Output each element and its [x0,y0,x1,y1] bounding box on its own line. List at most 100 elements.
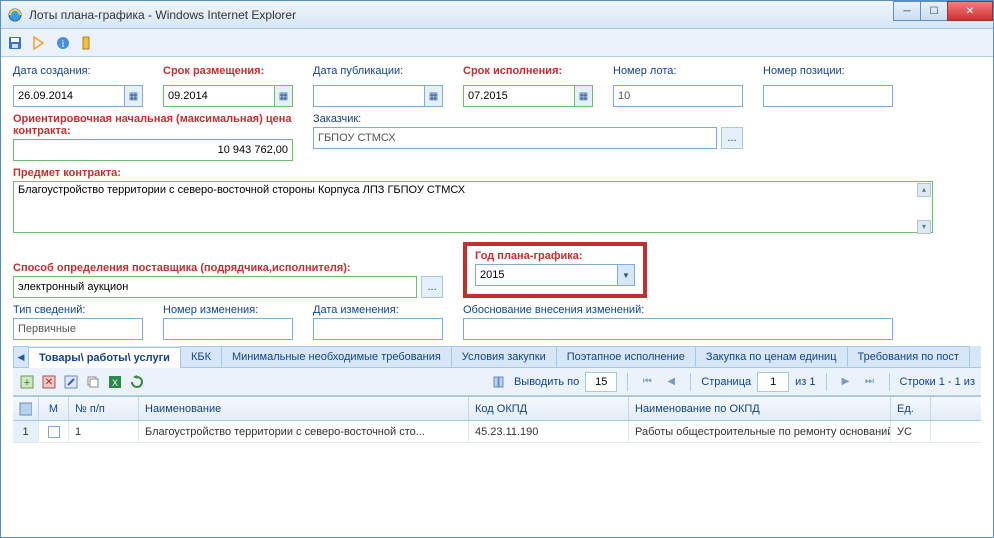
method-label: Способ определения поставщика (подрядчик… [13,262,443,274]
app-window: Лоты плана-графика - Windows Internet Ex… [0,0,994,538]
lot-no-input[interactable] [613,85,743,107]
col-okpd[interactable]: Код ОКПД [469,397,629,420]
method-input[interactable] [13,276,417,298]
save-icon[interactable] [7,35,23,51]
pub-date-label: Дата публикации: [313,65,443,77]
show-by-input[interactable] [585,372,617,392]
row-m-checkbox[interactable] [39,421,69,442]
info-type-input[interactable] [13,318,143,340]
customer-label: Заказчик: [313,113,743,125]
calendar-icon[interactable]: ▦ [275,85,293,107]
calendar-icon[interactable]: ▦ [125,85,143,107]
scroll-down-icon[interactable]: ▾ [917,220,931,234]
page-input[interactable] [757,372,789,392]
run-icon[interactable] [31,35,47,51]
tab-unit-prices[interactable]: Закупка по ценам единиц [695,346,848,367]
window-title: Лоты плана-графика - Windows Internet Ex… [29,8,987,22]
plan-year-highlight: Год плана-графика: ▼ [463,242,647,298]
place-term-label: Срок размещения: [163,65,293,77]
next-page-button[interactable]: ▶ [837,373,855,391]
add-row-icon[interactable]: + [19,374,35,390]
first-page-button[interactable]: ⏮ [638,373,656,391]
pub-date-field[interactable]: ▦ [313,85,443,107]
refresh-icon[interactable] [129,374,145,390]
customer-lookup-button[interactable]: ... [721,127,743,149]
grid-toolbar: + ✕ X Выводить по ⏮ ◀ Страница из 1 ▶ ⏭ … [13,368,981,396]
svg-text:✕: ✕ [45,377,53,388]
rows-info-label: Строки 1 - 1 из [900,376,976,388]
method-lookup-button[interactable]: ... [421,276,443,298]
exec-term-field[interactable]: ▦ [463,85,593,107]
col-unit[interactable]: Ед. [891,397,931,420]
create-date-field[interactable]: ▦ [13,85,143,107]
page-of-label: из 1 [795,376,815,388]
exec-term-input[interactable] [463,85,575,107]
calendar-icon[interactable]: ▦ [575,85,593,107]
svg-text:i: i [62,39,65,50]
chevron-down-icon[interactable]: ▼ [617,264,635,286]
minimize-button[interactable]: ─ [893,1,921,21]
plan-year-label: Год плана-графика: [475,250,635,262]
init-price-input[interactable] [13,139,293,161]
maximize-button[interactable]: ☐ [920,1,948,21]
row-npp: 1 [69,421,139,442]
titlebar: Лоты плана-графика - Windows Internet Ex… [1,1,993,29]
calendar-icon[interactable]: ▦ [425,85,443,107]
form-content: Дата создания: Срок размещения: Дата пуб… [1,57,993,537]
table-row[interactable]: 1 1 Благоустройство территории с северо-… [13,421,981,443]
create-date-input[interactable] [13,85,125,107]
row-okpd: 45.23.11.190 [469,421,629,442]
columns-icon[interactable] [492,374,508,390]
row-okpd-name: Работы общестроительные по ремонту основ… [629,421,891,442]
tab-staged[interactable]: Поэтапное исполнение [556,346,696,367]
grid-header: М № п/п Наименование Код ОКПД Наименован… [13,397,981,421]
customer-input[interactable] [313,127,717,149]
col-icon[interactable] [13,397,39,420]
tab-scroll-left[interactable]: ◀ [13,346,29,367]
tab-goods[interactable]: Товары\ работы\ услуги [28,347,181,368]
delete-row-icon[interactable]: ✕ [41,374,57,390]
last-page-button[interactable]: ⏭ [861,373,879,391]
subject-textarea[interactable]: Благоустройство территории с северо-вост… [13,181,933,233]
scroll-up-icon[interactable]: ▴ [917,183,931,197]
close-button[interactable]: ✕ [947,1,993,21]
init-price-label: Ориентировочная начальная (максимальная)… [13,113,293,137]
row-name: Благоустройство территории с северо-вост… [139,421,469,442]
change-no-label: Номер изменения: [163,304,293,316]
ie-icon [7,7,23,23]
page-label: Страница [701,376,751,388]
col-okpd-name[interactable]: Наименование по ОКПД [629,397,891,420]
place-term-input[interactable] [163,85,275,107]
info-icon[interactable]: i [55,35,71,51]
subject-label: Предмет контракта: [13,167,933,179]
copy-row-icon[interactable] [85,374,101,390]
tab-supplier-req[interactable]: Требования по пост [847,346,970,367]
plan-year-combo[interactable]: ▼ [475,264,635,286]
col-name[interactable]: Наименование [139,397,469,420]
col-npp[interactable]: № п/п [69,397,139,420]
col-m[interactable]: М [39,397,69,420]
change-reason-input[interactable] [463,318,893,340]
tab-min-req[interactable]: Минимальные необходимые требования [221,346,452,367]
create-date-label: Дата создания: [13,65,143,77]
exec-term-label: Срок исполнения: [463,65,593,77]
prev-page-button[interactable]: ◀ [662,373,680,391]
tab-conditions[interactable]: Условия закупки [451,346,557,367]
place-term-field[interactable]: ▦ [163,85,293,107]
tab-kbk[interactable]: КБК [180,346,222,367]
row-unit: УС [891,421,931,442]
svg-text:X: X [112,378,118,388]
pos-no-input[interactable] [763,85,893,107]
export-excel-icon[interactable]: X [107,374,123,390]
pub-date-input[interactable] [313,85,425,107]
change-date-input[interactable] [313,318,443,340]
edit-row-icon[interactable] [63,374,79,390]
show-by-label: Выводить по [514,376,579,388]
window-controls: ─ ☐ ✕ [894,1,993,21]
svg-text:+: + [24,377,30,389]
plan-year-input[interactable] [475,264,617,286]
row-number: 1 [13,421,39,442]
change-no-input[interactable] [163,318,293,340]
grid: М № п/п Наименование Код ОКПД Наименован… [13,396,981,443]
misc-icon[interactable] [79,35,95,51]
